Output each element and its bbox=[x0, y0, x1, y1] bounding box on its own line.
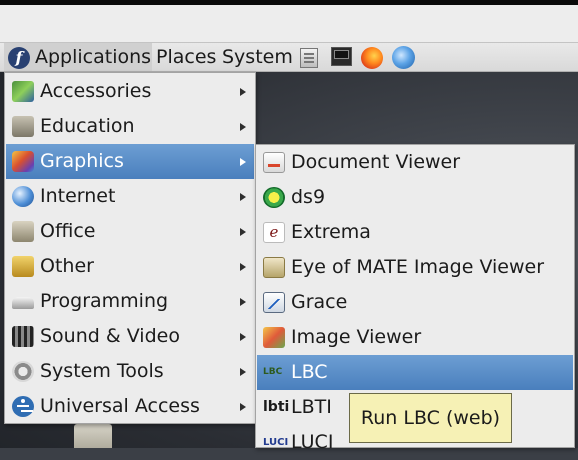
firefox-launcher-icon[interactable] bbox=[361, 47, 383, 69]
menu-item-label: ds9 bbox=[291, 186, 326, 208]
menu-item-label: LUCI bbox=[291, 431, 334, 453]
menu-item-office[interactable]: Office bbox=[6, 214, 254, 249]
chevron-right-icon bbox=[240, 123, 246, 131]
system-menu-button[interactable]: System bbox=[222, 43, 293, 71]
fedora-logo-icon: f bbox=[8, 47, 30, 69]
luci-icon: LUCI bbox=[263, 437, 289, 448]
menu-item-label: Programming bbox=[40, 290, 169, 312]
lbc-icon: LBC bbox=[263, 367, 283, 377]
menu-item-label: Internet bbox=[40, 185, 116, 207]
menu-item-universal-access[interactable]: Universal Access bbox=[6, 389, 254, 424]
menu-item-system-tools[interactable]: System Tools bbox=[6, 354, 254, 389]
internet-icon bbox=[12, 186, 34, 207]
document-viewer-icon bbox=[263, 152, 285, 173]
programming-icon bbox=[12, 297, 34, 309]
menu-item-label: Other bbox=[40, 255, 94, 277]
menu-item-label: Grace bbox=[291, 291, 348, 313]
menu-item-lbc[interactable]: LBC LBC bbox=[257, 355, 573, 390]
chevron-right-icon bbox=[240, 228, 246, 236]
desktop-folder-icon[interactable] bbox=[74, 424, 112, 448]
chevron-right-icon bbox=[240, 158, 246, 166]
chevron-right-icon bbox=[240, 403, 246, 411]
chevron-right-icon bbox=[240, 368, 246, 376]
lbti-icon: lbti bbox=[263, 399, 290, 415]
top-panel: f Applications Places System bbox=[0, 42, 578, 72]
chevron-right-icon bbox=[240, 193, 246, 201]
menu-item-internet[interactable]: Internet bbox=[6, 179, 254, 214]
window-band bbox=[0, 5, 578, 42]
menu-item-label: Eye of MATE Image Viewer bbox=[291, 256, 545, 278]
menu-item-education[interactable]: Education bbox=[6, 109, 254, 144]
menu-item-label: Education bbox=[40, 115, 135, 137]
menu-item-other[interactable]: Other bbox=[6, 249, 254, 284]
tooltip: Run LBC (web) bbox=[349, 393, 512, 443]
ds9-icon bbox=[263, 187, 285, 208]
menu-item-sound-video[interactable]: Sound & Video bbox=[6, 319, 254, 354]
menu-item-image-viewer[interactable]: Image Viewer bbox=[257, 320, 573, 355]
places-menu-button[interactable]: Places bbox=[156, 43, 216, 71]
menu-item-label: LBC bbox=[291, 361, 328, 383]
menu-item-label: Document Viewer bbox=[291, 151, 461, 173]
accessories-icon bbox=[12, 81, 34, 102]
grace-icon bbox=[263, 292, 285, 313]
menu-item-graphics[interactable]: Graphics bbox=[6, 144, 254, 179]
menu-item-eye-of-mate[interactable]: Eye of MATE Image Viewer bbox=[257, 250, 573, 285]
menu-item-label: System Tools bbox=[40, 360, 164, 382]
applications-label: Applications bbox=[35, 46, 152, 68]
education-icon bbox=[12, 116, 34, 137]
terminal-launcher-icon[interactable] bbox=[331, 47, 352, 66]
menu-item-document-viewer[interactable]: Document Viewer bbox=[257, 145, 573, 180]
thunderbird-launcher-icon[interactable] bbox=[392, 46, 415, 69]
chevron-right-icon bbox=[240, 263, 246, 271]
other-icon bbox=[12, 256, 34, 277]
menu-item-grace[interactable]: Grace bbox=[257, 285, 573, 320]
image-viewer-icon bbox=[263, 327, 285, 348]
universal-access-icon bbox=[12, 396, 34, 417]
menu-item-label: Image Viewer bbox=[291, 326, 422, 348]
files-launcher-icon[interactable] bbox=[300, 48, 318, 68]
menu-item-programming[interactable]: Programming bbox=[6, 284, 254, 319]
chevron-right-icon bbox=[240, 88, 246, 96]
system-tools-icon bbox=[12, 361, 34, 382]
menu-item-extrema[interactable]: e Extrema bbox=[257, 215, 573, 250]
graphics-icon bbox=[12, 151, 34, 172]
menu-item-label: Office bbox=[40, 220, 96, 242]
applications-menu-button[interactable]: f Applications bbox=[4, 43, 152, 71]
chevron-right-icon bbox=[240, 333, 246, 341]
extrema-icon: e bbox=[263, 222, 285, 243]
sound-video-icon bbox=[12, 326, 34, 347]
menu-item-label: Sound & Video bbox=[40, 325, 180, 347]
office-icon bbox=[12, 221, 34, 242]
applications-dropdown: Accessories Education Graphics Internet … bbox=[4, 72, 256, 424]
menu-item-label: Extrema bbox=[291, 221, 371, 243]
eye-of-mate-icon bbox=[263, 257, 285, 278]
menu-item-label: LBTI bbox=[291, 396, 332, 418]
menu-item-ds9[interactable]: ds9 bbox=[257, 180, 573, 215]
menu-item-label: Graphics bbox=[40, 150, 124, 172]
menu-item-label: Universal Access bbox=[40, 395, 200, 417]
menu-item-accessories[interactable]: Accessories bbox=[6, 74, 254, 109]
menu-item-label: Accessories bbox=[40, 80, 152, 102]
chevron-right-icon bbox=[240, 298, 246, 306]
